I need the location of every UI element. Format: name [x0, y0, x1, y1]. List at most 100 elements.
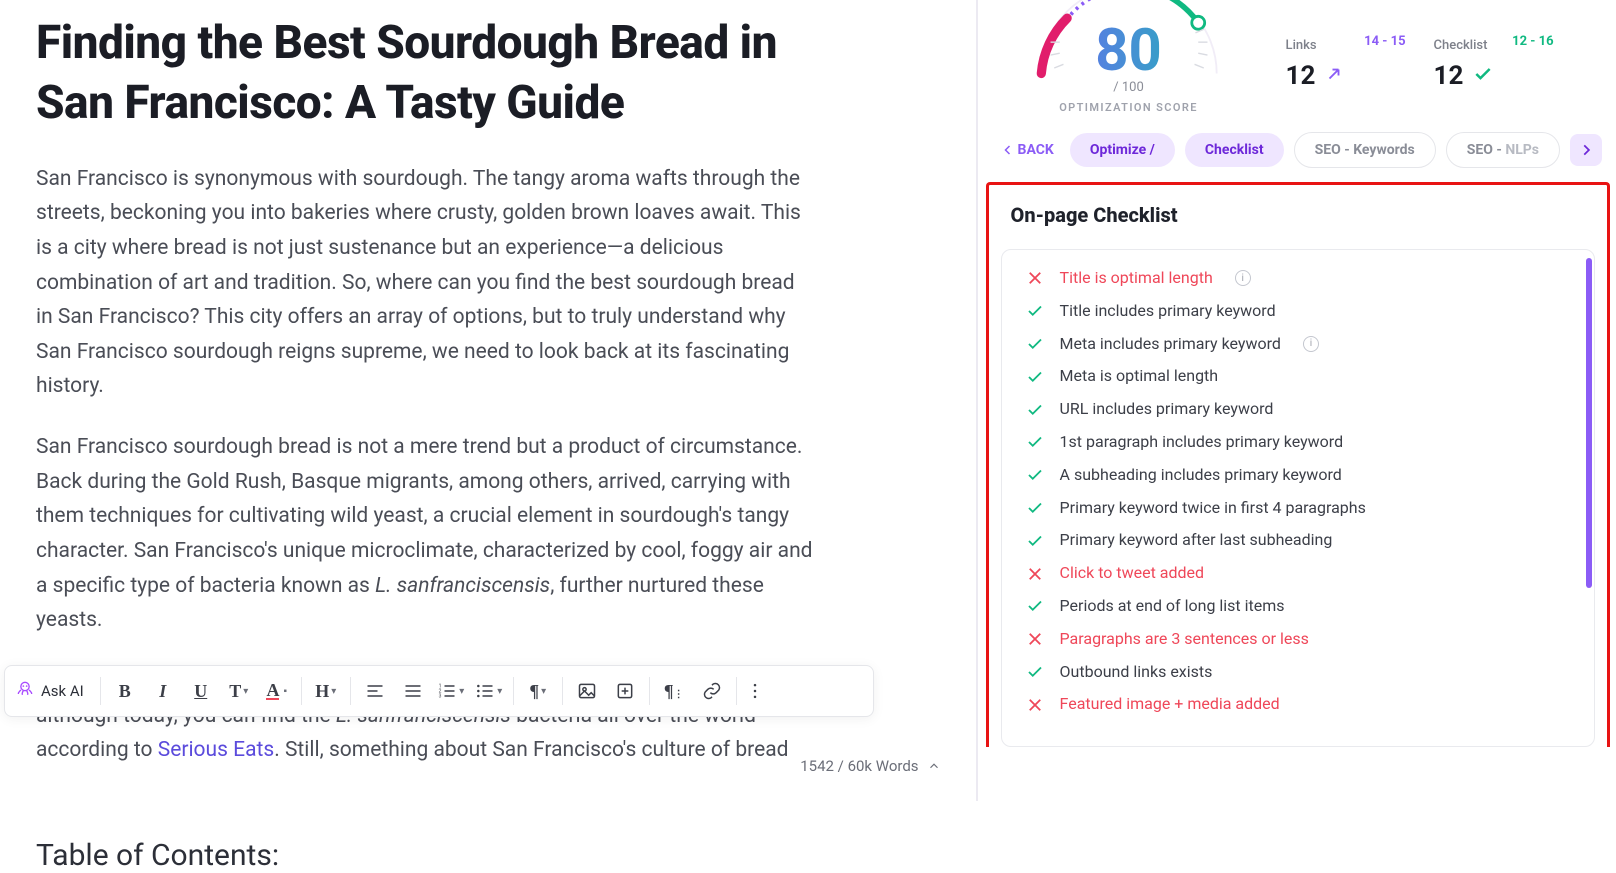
- checklist-item[interactable]: Outbound links exists: [1002, 656, 1594, 689]
- checklist-scrollbar[interactable]: [1586, 258, 1592, 588]
- checklist-item[interactable]: Click to tweet added: [1002, 557, 1594, 590]
- font-color-button[interactable]: A▪: [259, 673, 295, 709]
- onpage-checklist-panel: On-page Checklist Title is optimal lengt…: [986, 182, 1610, 747]
- check-icon: [1024, 401, 1046, 419]
- italic-button[interactable]: I: [145, 673, 181, 709]
- check-icon: [1024, 433, 1046, 451]
- trend-up-icon: [1325, 65, 1343, 87]
- score-row: 80 / 100 OPTIMIZATION SCORE Links 14 - 1…: [978, 0, 1616, 132]
- stat-checklist: Checklist 12 - 16 12: [1434, 34, 1554, 91]
- tab-optimize[interactable]: Optimize /: [1070, 133, 1175, 167]
- checklist-item[interactable]: A subheading includes primary keyword: [1002, 459, 1594, 492]
- ordered-list-button[interactable]: 123▾: [433, 673, 469, 709]
- align-justify-button[interactable]: [395, 673, 431, 709]
- stat-links-value: 12: [1286, 61, 1316, 91]
- x-icon: [1024, 269, 1046, 287]
- article-title[interactable]: Finding the Best Sourdough Bread in San …: [36, 14, 796, 134]
- pilcrow-button[interactable]: ¶⋮: [656, 673, 692, 709]
- checklist-title: On-page Checklist: [989, 185, 1607, 243]
- paragraph-format-button[interactable]: ¶▾: [520, 673, 556, 709]
- text-style-button[interactable]: T▾: [221, 673, 257, 709]
- toolbar-separator: [736, 677, 737, 705]
- checklist-item[interactable]: Primary keyword twice in first 4 paragra…: [1002, 492, 1594, 525]
- back-button[interactable]: BACK: [996, 134, 1060, 166]
- ask-ai-label: Ask AI: [41, 682, 84, 700]
- more-toolbar-button[interactable]: [743, 673, 767, 709]
- checklist-item-label: Title includes primary keyword: [1060, 301, 1276, 322]
- checklist-item-label: Periods at end of long list items: [1060, 596, 1285, 617]
- stat-checklist-range: 12 - 16: [1512, 34, 1553, 49]
- back-label: BACK: [1018, 142, 1054, 158]
- toolbar-separator: [301, 677, 302, 705]
- stat-checklist-label: Checklist: [1434, 38, 1488, 53]
- ask-ai-button[interactable]: Ask AI: [13, 679, 94, 704]
- checklist-item[interactable]: URL includes primary keyword: [1002, 393, 1594, 426]
- check-icon: [1024, 663, 1046, 681]
- editor-toolbar: Ask AI B I U T▾ A▪ H▾ 123▾ ▾ ¶▾ ¶⋮: [4, 665, 874, 717]
- link-button[interactable]: [694, 673, 730, 709]
- tab-checklist[interactable]: Checklist: [1185, 133, 1284, 167]
- checklist-item-label: Featured image + media added: [1060, 694, 1280, 715]
- tabs-scroll-right-button[interactable]: [1570, 134, 1602, 166]
- stat-checklist-value: 12: [1434, 61, 1464, 91]
- serious-eats-link[interactable]: Serious Eats: [158, 738, 275, 762]
- paragraph-2[interactable]: San Francisco sourdough bread is not a m…: [36, 430, 816, 638]
- side-divider: [976, 0, 978, 801]
- optimization-score-gauge: 80 / 100 OPTIMIZATION SCORE: [1004, 0, 1254, 114]
- toolbar-separator: [562, 677, 563, 705]
- toolbar-separator: [100, 677, 101, 705]
- info-icon[interactable]: i: [1235, 270, 1251, 286]
- checklist-item[interactable]: Meta is optimal length: [1002, 360, 1594, 393]
- stats-group: Links 14 - 15 12 Checklist 12 - 16 12: [1286, 34, 1554, 91]
- tab-seo-nlp-suffix: NLPs: [1505, 142, 1539, 158]
- check-icon: [1024, 302, 1046, 320]
- underline-button[interactable]: U: [183, 673, 219, 709]
- checklist-item[interactable]: Primary keyword after last subheading: [1002, 524, 1594, 557]
- score-label: OPTIMIZATION SCORE: [1004, 101, 1254, 114]
- insert-block-button[interactable]: [607, 673, 643, 709]
- checklist-item[interactable]: 1st paragraph includes primary keyword: [1002, 426, 1594, 459]
- paragraph-1[interactable]: San Francisco is synonymous with sourdou…: [36, 162, 816, 404]
- align-left-button[interactable]: [357, 673, 393, 709]
- image-button[interactable]: [569, 673, 605, 709]
- word-count[interactable]: 1542 / 60k Words: [800, 757, 940, 775]
- checklist-item[interactable]: Title includes primary keyword: [1002, 295, 1594, 328]
- stat-links-range: 14 - 15: [1364, 34, 1405, 49]
- heading-button[interactable]: H▾: [308, 673, 344, 709]
- checklist-item[interactable]: Meta includes primary keywordi: [1002, 328, 1594, 361]
- stat-links-label: Links: [1286, 38, 1317, 53]
- checklist-item[interactable]: Title is optimal length i: [1002, 262, 1594, 295]
- x-icon: [1024, 630, 1046, 648]
- checklist-item-label: 1st paragraph includes primary keyword: [1060, 432, 1344, 453]
- checklist-item[interactable]: Featured image + media added: [1002, 688, 1594, 721]
- word-count-label: 1542 / 60k Words: [800, 757, 918, 775]
- checklist-item-label: A subheading includes primary keyword: [1060, 465, 1342, 486]
- check-icon: [1024, 532, 1046, 550]
- tab-seo-nlp-prefix: SEO -: [1467, 142, 1506, 158]
- x-icon: [1024, 696, 1046, 714]
- checklist-item-label: URL includes primary keyword: [1060, 399, 1274, 420]
- check-icon: [1024, 499, 1046, 517]
- check-icon: [1024, 368, 1046, 386]
- toolbar-separator: [649, 677, 650, 705]
- checklist-item-label: Title is optimal length: [1060, 268, 1213, 289]
- paragraph-3-text-c: . Still, something about San Francisco's…: [274, 738, 788, 762]
- toolbar-separator: [513, 677, 514, 705]
- check-icon: [1024, 597, 1046, 615]
- tab-seo-keywords[interactable]: SEO - Keywords: [1294, 132, 1436, 168]
- chevron-up-icon: [927, 759, 941, 773]
- checklist-item[interactable]: Paragraphs are 3 sentences or less: [1002, 623, 1594, 656]
- chevron-left-icon: [1002, 144, 1014, 156]
- checklist-item[interactable]: Periods at end of long list items: [1002, 590, 1594, 623]
- checklist-card: Title is optimal length i Title includes p…: [1001, 249, 1595, 747]
- ai-octopus-icon: [15, 679, 35, 704]
- toc-heading[interactable]: Table of Contents:: [36, 838, 941, 873]
- checklist-item-label: Primary keyword after last subheading: [1060, 530, 1333, 551]
- x-icon: [1024, 565, 1046, 583]
- info-icon[interactable]: i: [1303, 336, 1319, 352]
- bold-button[interactable]: B: [107, 673, 143, 709]
- checklist-item-label: Paragraphs are 3 sentences or less: [1060, 629, 1309, 650]
- svg-text:3: 3: [439, 694, 442, 700]
- bullet-list-button[interactable]: ▾: [471, 673, 507, 709]
- tab-seo-nlps[interactable]: SEO - NLPs: [1446, 132, 1560, 168]
